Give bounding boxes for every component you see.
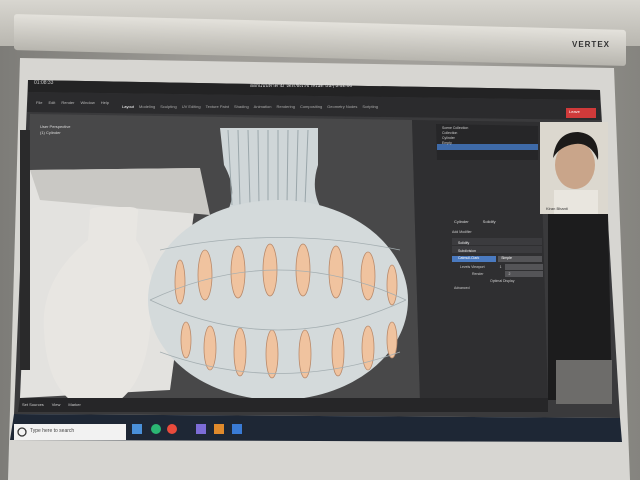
tab-solidify[interactable]: Solidify [483, 219, 496, 224]
participant-thumbnail [556, 360, 612, 404]
catmull-clark-option[interactable]: Catmull-Clark [458, 256, 479, 260]
taskbar-search-input[interactable]: Type here to search [30, 428, 74, 434]
tab-compositing[interactable]: Compositing [300, 104, 322, 109]
menu-edit[interactable]: Edit [48, 100, 55, 105]
tab-modeling[interactable]: Modeling [139, 104, 155, 109]
tab-shading[interactable]: Shading [234, 104, 249, 109]
modifier-solidify[interactable]: Solidify [458, 239, 476, 247]
render-value[interactable]: 2 [508, 272, 510, 276]
window-title: ออกแบบทำตาม โต๊ะเชิงเรขาคณิต ปั้นๆ 3.12.… [250, 83, 353, 89]
set-sources[interactable]: Set Sources [22, 402, 44, 407]
leave-label[interactable]: Leave [569, 109, 580, 114]
blender-icon [214, 424, 224, 434]
modifier-stack: Solidify Subdivision [458, 239, 476, 255]
participant-name: Kiran Bhanti [546, 206, 568, 211]
levels-viewport-value[interactable]: 1 [500, 265, 502, 269]
outliner-empty[interactable]: Empty [442, 141, 468, 146]
menu-window[interactable]: Window [80, 100, 94, 105]
menu-render[interactable]: Render [61, 100, 74, 105]
menu-list: File Edit Render Window Help [36, 100, 109, 105]
subdivision-type: Catmull-Clark Simple [458, 256, 512, 260]
timeline-controls: Set Sources View Marker [22, 402, 81, 407]
tab-rendering[interactable]: Rendering [276, 104, 294, 109]
projected-screen [8, 58, 630, 480]
tab-animation[interactable]: Animation [254, 104, 272, 109]
edge-icon [151, 424, 161, 434]
tab-geometry-nodes[interactable]: Geometry Nodes [327, 104, 357, 109]
tab-layout[interactable]: Layout [122, 104, 134, 109]
tab-cylinder[interactable]: Cylinder [454, 219, 469, 224]
tab-scripting[interactable]: Scripting [362, 104, 378, 109]
zoom-icon [232, 424, 242, 434]
view-button[interactable]: View [52, 402, 61, 407]
properties-tabs: Cylinder Solidify [454, 219, 496, 224]
workspace-tabs: Layout Modeling Sculpting UV Editing Tex… [122, 104, 378, 109]
advanced-section[interactable]: Advanced [454, 286, 470, 290]
clock: 01:08:33 [34, 80, 54, 86]
tab-sculpting[interactable]: Sculpting [160, 104, 176, 109]
subdivision-fields: Levels Viewport 1 Render 2 Optimal Displ… [460, 264, 515, 285]
teams-icon [196, 424, 206, 434]
active-object-label: (1) Cylinder [40, 130, 61, 135]
outliner-list: Scene Collection Collection Cylinder Emp… [442, 126, 468, 146]
modifier-subdivision[interactable]: Subdivision [458, 247, 476, 255]
add-modifier-button[interactable]: Add Modifier [452, 230, 472, 234]
timeline [18, 398, 548, 412]
chrome-icon [167, 424, 177, 434]
tab-uv-editing[interactable]: UV Editing [182, 104, 201, 109]
levels-viewport-label: Levels Viewport [460, 265, 485, 269]
viewport-header: User Perspective (1) Cylinder [40, 124, 70, 136]
menu-file[interactable]: File [36, 100, 42, 105]
simple-option[interactable]: Simple [501, 256, 512, 260]
taskview-icon [132, 424, 142, 434]
optimal-display-checkbox[interactable]: Optimal Display [490, 278, 515, 285]
tab-texture-paint[interactable]: Texture Paint [206, 104, 229, 109]
menu-help[interactable]: Help [101, 100, 109, 105]
render-label: Render [472, 272, 484, 276]
marker-button[interactable]: Marker [68, 402, 80, 407]
